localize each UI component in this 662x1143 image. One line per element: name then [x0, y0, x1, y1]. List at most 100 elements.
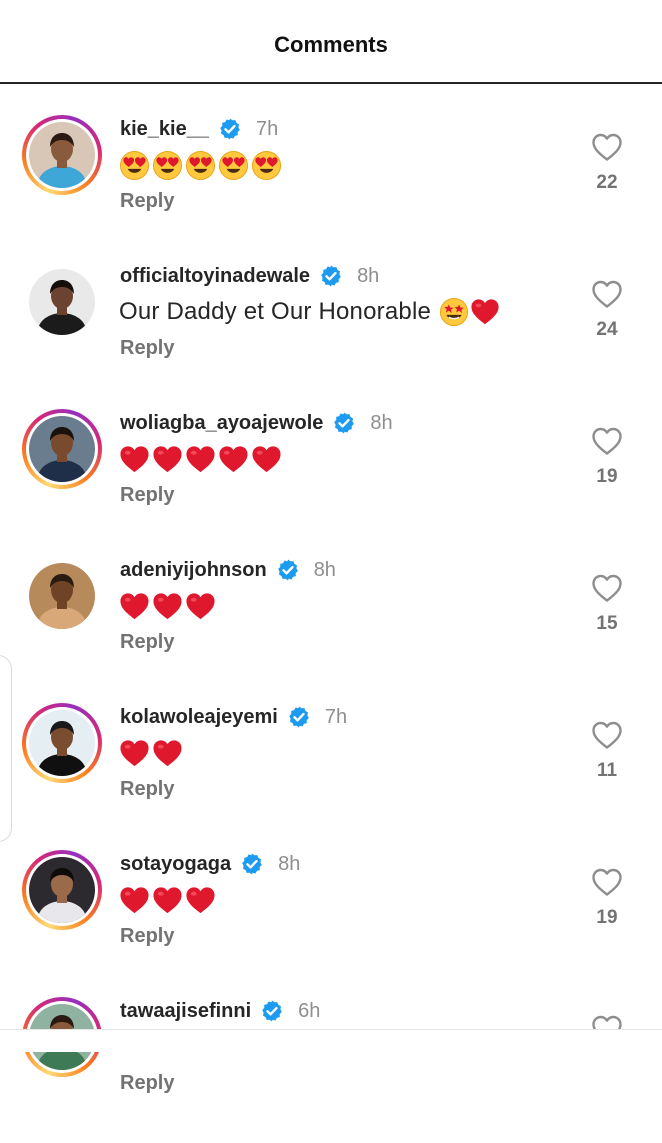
comment-body: Our Daddy et Our Honorable [119, 298, 432, 325]
username[interactable]: kolawoleajeyemi [120, 706, 278, 729]
username[interactable]: tawaajisefinni [120, 1000, 251, 1023]
red-heart-emoji-icon [219, 445, 248, 472]
reply-button[interactable]: Reply [120, 337, 174, 360]
avatar[interactable] [22, 850, 102, 930]
comment-emojis [119, 150, 282, 181]
username[interactable]: officialtoyinadewale [120, 265, 310, 288]
username[interactable]: sotayogaga [120, 853, 231, 876]
avatar-photo [29, 269, 95, 335]
heart-eyes-emoji-icon [251, 150, 282, 180]
comment-text [119, 589, 216, 623]
heart-eyes-emoji-icon [218, 150, 249, 180]
like-count: 22 [596, 172, 618, 193]
like-heart-icon[interactable] [591, 426, 623, 456]
avatar-image [29, 122, 95, 188]
like-count: 24 [596, 319, 618, 340]
like-control[interactable]: 19 [585, 426, 629, 488]
comment-item: sotayogaga 8h Reply 19 [0, 849, 662, 996]
avatar-photo [29, 122, 95, 188]
avatar[interactable] [22, 409, 102, 489]
comment-text [119, 442, 282, 476]
comment-text: Our Daddy et Our Honorable [119, 295, 500, 329]
verified-badge-icon [242, 853, 262, 875]
comment-meta: sotayogaga 8h [120, 849, 300, 879]
like-control[interactable]: 15 [585, 573, 629, 635]
comment-item: adeniyijohnson 8h Reply 15 [0, 555, 662, 702]
comment-item: woliagba_ayoajewole 8h Reply 19 [0, 408, 662, 555]
like-control[interactable]: 24 [585, 279, 629, 341]
like-control[interactable]: 11 [585, 720, 629, 782]
comment-item: kolawoleajeyemi 7h Reply 11 [0, 702, 662, 849]
like-count: 19 [596, 907, 618, 928]
verified-badge-icon [289, 706, 309, 728]
reply-button[interactable]: Reply [120, 778, 174, 801]
red-heart-emoji-icon [153, 739, 182, 766]
verified-badge-icon [262, 1000, 282, 1022]
like-heart-icon[interactable] [591, 573, 623, 603]
avatar-photo [29, 710, 95, 776]
like-heart-icon[interactable] [591, 720, 623, 750]
comment-text [119, 736, 183, 770]
comment-emojis [439, 297, 500, 327]
comment-item: tawaajisefinni 6h Reply [0, 996, 662, 1143]
comment-text [119, 148, 282, 182]
username[interactable]: adeniyijohnson [120, 559, 267, 582]
verified-badge-icon [220, 118, 240, 140]
like-heart-icon[interactable] [591, 132, 623, 162]
red-heart-emoji-icon [252, 445, 281, 472]
comment-meta: woliagba_ayoajewole 8h [120, 408, 393, 438]
red-heart-emoji-icon [153, 592, 182, 619]
avatar[interactable] [22, 703, 102, 783]
reply-button[interactable]: Reply [120, 631, 174, 654]
verified-badge-icon [321, 265, 341, 287]
timestamp: 7h [255, 117, 279, 140]
like-heart-icon[interactable] [591, 867, 623, 897]
star-struck-emoji-icon [439, 297, 469, 327]
red-heart-emoji-icon [120, 886, 149, 913]
red-heart-emoji-icon [153, 886, 182, 913]
timestamp: 6h [298, 999, 321, 1022]
red-heart-emoji-icon [153, 445, 182, 472]
avatar-photo [29, 857, 95, 923]
red-heart-emoji-icon [471, 299, 499, 325]
red-heart-emoji-icon [120, 445, 149, 472]
comment-meta: kolawoleajeyemi 7h [120, 702, 347, 732]
reply-button[interactable]: Reply [120, 484, 174, 507]
page-title: Comments [274, 32, 388, 57]
like-count: 11 [596, 760, 618, 781]
comment-item: officialtoyinadewale 8h Our Daddy et Our H… [0, 261, 662, 408]
comment-emojis [119, 444, 282, 475]
avatar-image [29, 269, 95, 335]
comment-emojis [119, 738, 183, 769]
timestamp: 8h [370, 411, 393, 434]
comment-meta: adeniyijohnson 8h [120, 555, 336, 585]
red-heart-emoji-icon [120, 739, 149, 766]
comment-emojis [119, 885, 216, 916]
comment-emojis [119, 591, 216, 622]
heart-eyes-emoji-icon [152, 150, 183, 180]
red-heart-emoji-icon [186, 445, 215, 472]
timestamp: 8h [357, 264, 380, 287]
reply-button[interactable]: Reply [120, 190, 174, 213]
comments-header: Comments [0, 0, 662, 84]
username[interactable]: woliagba_ayoajewole [120, 412, 323, 435]
avatar-image [29, 710, 95, 776]
reply-button[interactable]: Reply [120, 1072, 174, 1095]
avatar[interactable] [22, 556, 102, 636]
avatar[interactable] [22, 115, 102, 195]
comment-meta: officialtoyinadewale 8h [120, 261, 379, 291]
avatar-image [29, 857, 95, 923]
comment-meta: tawaajisefinni 6h [120, 996, 320, 1026]
reply-button[interactable]: Reply [120, 925, 174, 948]
red-heart-emoji-icon [120, 592, 149, 619]
like-control[interactable]: 22 [585, 132, 629, 194]
like-heart-icon[interactable] [591, 279, 623, 309]
like-control[interactable]: 19 [585, 867, 629, 929]
like-count: 15 [596, 613, 618, 634]
avatar[interactable] [22, 262, 102, 342]
heart-eyes-emoji-icon [185, 150, 216, 180]
red-heart-emoji-icon [186, 886, 215, 913]
username[interactable]: kie_kie__ [120, 118, 209, 141]
like-count: 19 [596, 466, 618, 487]
red-heart-emoji-icon [186, 592, 215, 619]
